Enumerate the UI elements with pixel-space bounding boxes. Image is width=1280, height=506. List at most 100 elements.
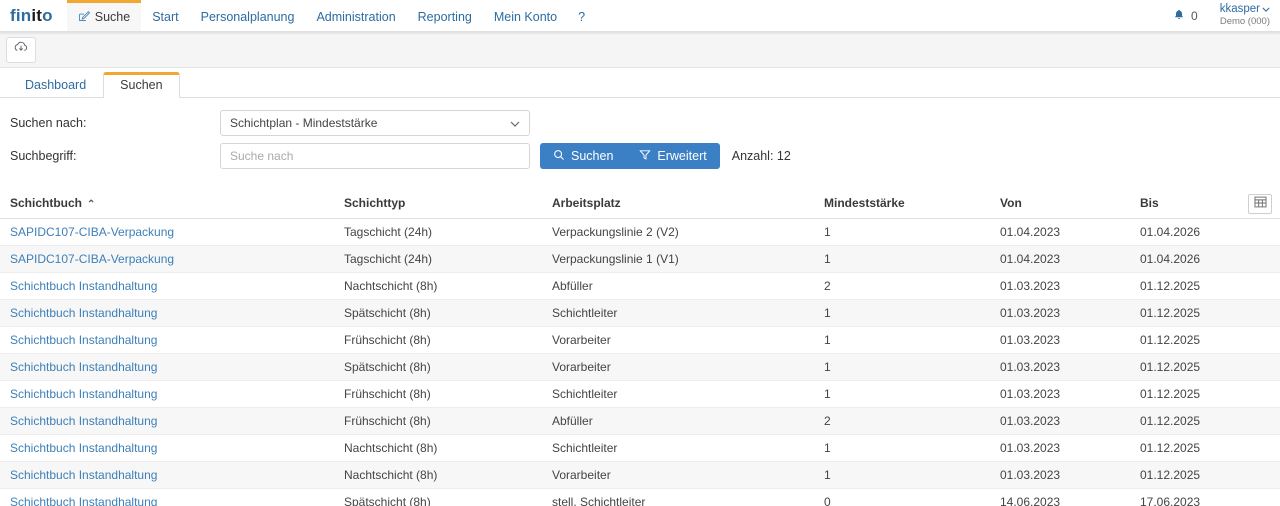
nav-item-help[interactable]: ? [568,0,595,31]
table-row[interactable]: Schichtbuch Instandhaltung Frühschicht (8… [0,380,1280,408]
schichtbuch-link[interactable]: Schichtbuch Instandhaltung [10,468,157,482]
schichtbuch-link[interactable]: Schichtbuch Instandhaltung [10,279,157,293]
cell-arbeitsplatz: Abfüller [542,407,814,435]
cell-arbeitsplatz: Schichtleiter [542,380,814,408]
cell-schichtbuch: SAPIDC107-CIBA-Verpackung [0,218,334,246]
table-row[interactable]: Schichtbuch Instandhaltung Frühschicht (8… [0,326,1280,354]
column-header-bis[interactable]: Bis [1130,189,1234,219]
nav-label: Administration [316,10,396,24]
cell-mindeststaerke: 2 [814,407,990,435]
tab-label: Suchen [120,78,163,92]
cell-schichtbuch: Schichtbuch Instandhaltung [0,461,334,489]
tab-dashboard[interactable]: Dashboard [8,72,103,98]
user-menu[interactable]: kkasper Demo (000) [1220,3,1270,27]
logo-part-1: fin [10,5,32,25]
table-header-row: Schichtbuch ⌃ Schichttyp Arbeitsplatz Min… [0,189,1280,219]
cell-spacer [1234,245,1280,273]
cell-schichtbuch: Schichtbuch Instandhaltung [0,353,334,381]
table-body: SAPIDC107-CIBA-Verpackung Tagschicht (24h… [0,218,1280,506]
edit-square-icon [78,10,90,25]
table-row[interactable]: SAPIDC107-CIBA-Verpackung Tagschicht (24h… [0,218,1280,246]
schichtbuch-link[interactable]: Schichtbuch Instandhaltung [10,387,157,401]
filter-icon [639,149,652,164]
cell-schichttyp: Frühschicht (8h) [334,380,542,408]
schichtbuch-link[interactable]: Schichtbuch Instandhaltung [10,414,157,428]
cell-arbeitsplatz: Schichtleiter [542,434,814,462]
sort-asc-icon: ⌃ [87,199,96,210]
top-bar-right: 0 kkasper Demo (000) [1173,0,1280,31]
search-button-label: Suchen [571,149,614,163]
table-row[interactable]: Schichtbuch Instandhaltung Spätschicht (8… [0,353,1280,381]
table-row[interactable]: Schichtbuch Instandhaltung Spätschicht (8… [0,488,1280,506]
notifications-button[interactable]: 0 [1173,8,1198,24]
cell-bis: 01.12.2025 [1130,461,1234,489]
cell-bis: 01.04.2026 [1130,245,1234,273]
cell-von: 01.03.2023 [990,299,1130,327]
cell-bis: 01.12.2025 [1130,299,1234,327]
table-row[interactable]: Schichtbuch Instandhaltung Nachtschicht (… [0,272,1280,300]
results-table: Schichtbuch ⌃ Schichttyp Arbeitsplatz Min… [0,189,1280,506]
cell-arbeitsplatz: Verpackungslinie 2 (V2) [542,218,814,246]
table-row[interactable]: Schichtbuch Instandhaltung Frühschicht (8… [0,407,1280,435]
nav-item-start[interactable]: Start [141,0,189,31]
user-name: kkasper [1219,3,1260,16]
table-grid-icon-button[interactable] [1248,193,1272,214]
column-header-arbeitsplatz[interactable]: Arbeitsplatz [542,189,814,219]
cell-bis: 01.12.2025 [1130,380,1234,408]
column-header-schichttyp[interactable]: Schichttyp [334,189,542,219]
cell-spacer [1234,434,1280,462]
schichtbuch-link[interactable]: Schichtbuch Instandhaltung [10,333,157,347]
nav-item-administration[interactable]: Administration [305,0,406,31]
search-term-row: Suchbegriff: Suche nach Suchen Erweitert… [10,142,1280,170]
table-row[interactable]: Schichtbuch Instandhaltung Spätschicht (8… [0,299,1280,327]
search-type-value: Schichtplan - Mindeststärke [230,116,378,130]
cell-schichttyp: Frühschicht (8h) [334,326,542,354]
schichtbuch-link[interactable]: Schichtbuch Instandhaltung [10,441,157,455]
table-row[interactable]: Schichtbuch Instandhaltung Nachtschicht (… [0,434,1280,462]
cell-von: 01.03.2023 [990,353,1130,381]
cell-von: 01.03.2023 [990,461,1130,489]
nav-item-reporting[interactable]: Reporting [407,0,483,31]
cell-spacer [1234,407,1280,435]
schichtbuch-link[interactable]: Schichtbuch Instandhaltung [10,495,157,506]
search-input[interactable]: Suche nach [220,143,530,169]
schichtbuch-link[interactable]: Schichtbuch Instandhaltung [10,306,157,320]
search-button[interactable]: Suchen [540,143,627,169]
column-header-schichtbuch[interactable]: Schichtbuch ⌃ [0,189,334,219]
advanced-search-button[interactable]: Erweitert [626,143,720,169]
logo-part-3: o [42,5,53,25]
nav-item-suche[interactable]: Suche [66,0,142,31]
cell-mindeststaerke: 1 [814,245,990,273]
result-count: Anzahl: 12 [731,149,791,163]
schichtbuch-link[interactable]: Schichtbuch Instandhaltung [10,360,157,374]
cell-arbeitsplatz: stell. Schichtleiter [542,488,814,506]
column-header-von[interactable]: Von [990,189,1130,219]
logo-part-2: it [31,5,43,25]
schichtbuch-link[interactable]: SAPIDC107-CIBA-Verpackung [10,252,174,266]
nav-label: Mein Konto [493,10,558,24]
cell-schichtbuch: Schichtbuch Instandhaltung [0,407,334,435]
tab-suchen[interactable]: Suchen [103,72,180,98]
table-row[interactable]: Schichtbuch Instandhaltung Nachtschicht (… [0,461,1280,489]
cell-mindeststaerke: 1 [814,218,990,246]
cell-arbeitsplatz: Vorarbeiter [542,353,814,381]
cell-von: 01.03.2023 [990,380,1130,408]
cell-bis: 01.12.2025 [1130,353,1234,381]
column-header-mindeststaerke[interactable]: Mindeststärke [814,189,990,219]
cloud-download-button[interactable] [6,36,36,63]
search-form: Suchen nach: Schichtplan - Mindeststärke… [0,98,1280,181]
schichtbuch-link[interactable]: SAPIDC107-CIBA-Verpackung [10,225,174,239]
cell-bis: 01.04.2026 [1130,218,1234,246]
cell-spacer [1234,218,1280,246]
tab-label: Dashboard [25,78,87,92]
nav-item-mein-konto[interactable]: Mein Konto [483,0,568,31]
content-tabs: Dashboard Suchen [0,68,1280,98]
table-row[interactable]: SAPIDC107-CIBA-Verpackung Tagschicht (24h… [0,245,1280,273]
nav-item-personalplanung[interactable]: Personalplanung [190,0,306,31]
nav-label: Suche [94,10,131,24]
search-type-select[interactable]: Schichtplan - Mindeststärke [220,110,530,136]
app-logo[interactable]: fin it o [0,0,67,31]
results-table-wrapper: Schichtbuch ⌃ Schichttyp Arbeitsplatz Min… [0,181,1280,506]
table-head: Schichtbuch ⌃ Schichttyp Arbeitsplatz Min… [0,189,1280,219]
cell-schichttyp: Spätschicht (8h) [334,488,542,506]
